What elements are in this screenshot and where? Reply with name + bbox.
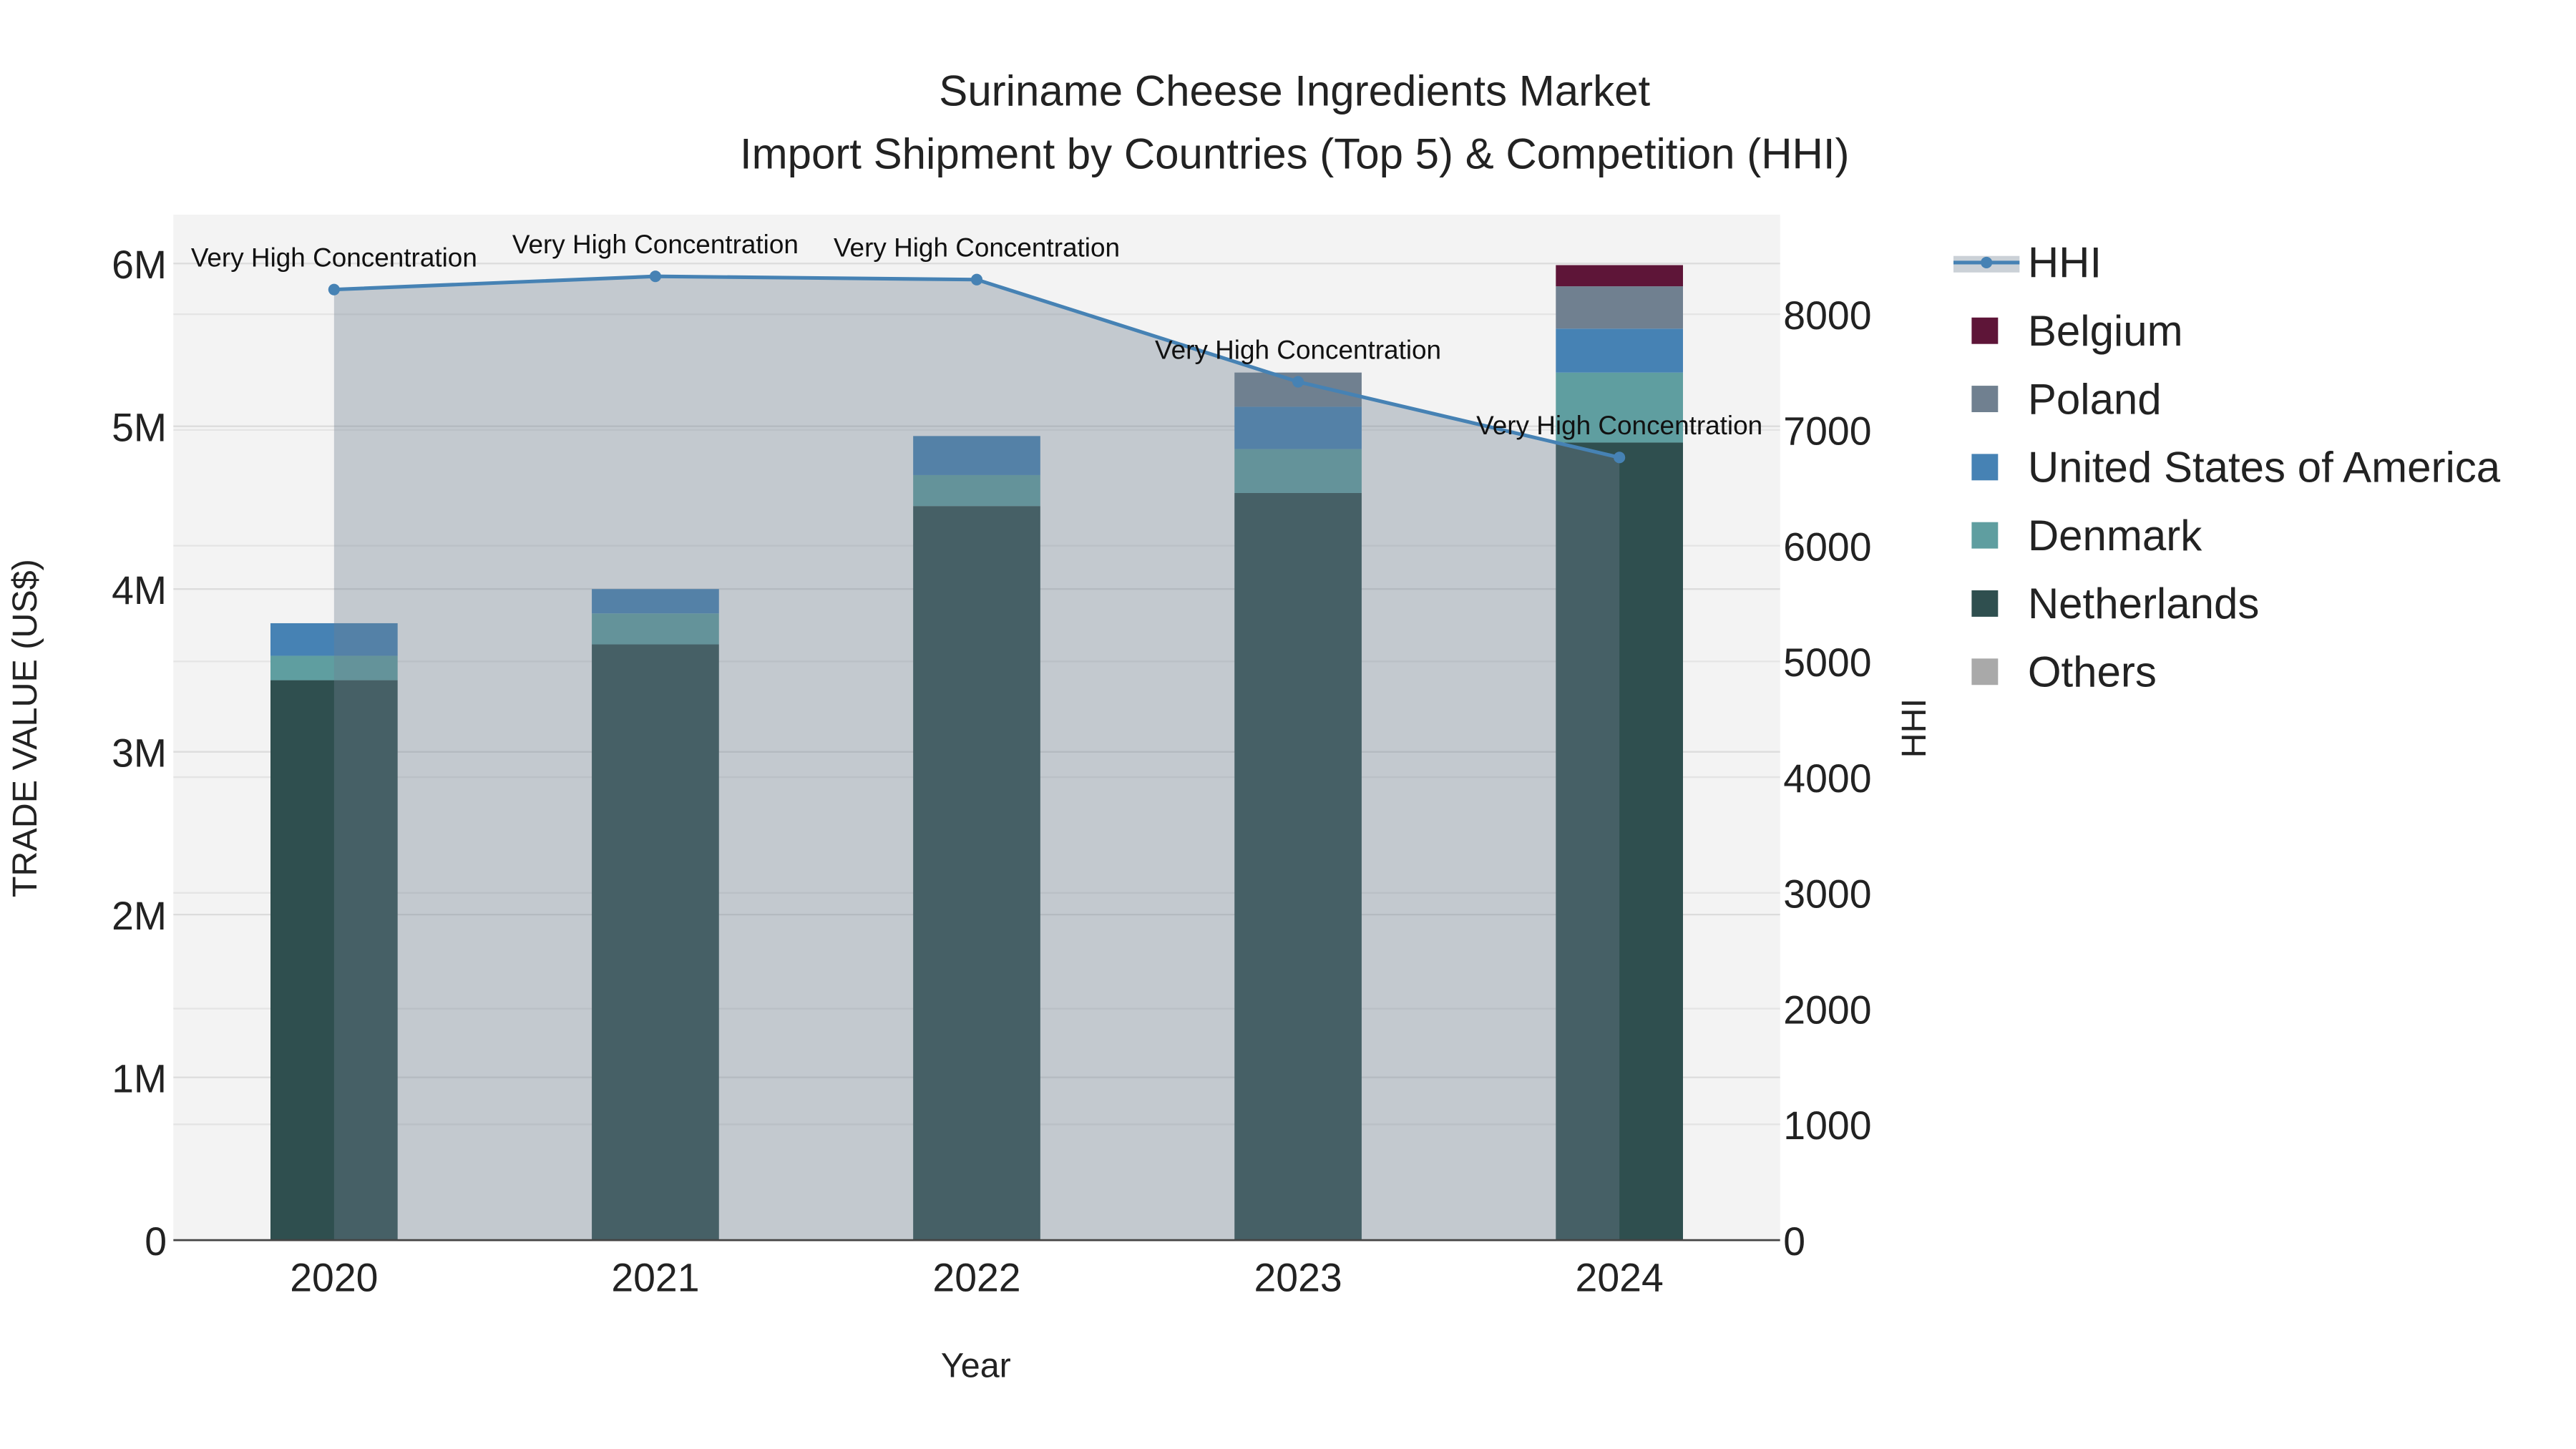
hhi-annotation: Very High Concentration [1155,335,1441,364]
bar-belgium-2024 [1556,265,1683,287]
y2-tick-label: 0 [1783,1219,1805,1264]
bar-united-states-of-america-2024 [1556,328,1683,373]
legend-item-united-states-of-america: United States of America [1971,444,2501,492]
legend-item-hhi: HHI [1953,239,2102,287]
x-tick-label: 2021 [611,1256,699,1300]
legend: HHI Belgium Poland United States of America… [1953,239,2501,696]
hhi-annotation: Very High Concentration [1476,411,1762,440]
hhi-area-fill [333,276,1620,1241]
y-tick-label: 1M [112,1056,167,1101]
y2-axis-title: HHI [1895,698,1933,758]
y-axis-ticks: 0 1M 2M 3M 4M 5M 6M [112,243,167,1264]
hhi-area [333,276,1620,1241]
y-tick-label: 6M [112,243,167,287]
hhi-point-2023 [1292,376,1304,388]
y2-tick-label: 5000 [1783,640,1871,685]
y-tick-label: 5M [112,405,167,449]
legend-item-belgium: Belgium [1971,307,2183,355]
legend-label: Netherlands [2028,580,2260,628]
x-tick-label: 2024 [1576,1256,1664,1300]
y-tick-label: 0 [145,1219,167,1264]
y-tick-label: 4M [112,568,167,613]
legend-label: United States of America [2028,444,2501,492]
y2-tick-label: 8000 [1783,293,1871,338]
chart: 0 1M 2M 3M 4M 5M 6M 0 1000 2000 3000 4000 5000 6000 7… [6,67,2501,1385]
legend-swatch [1971,522,1999,549]
y2-tick-label: 2000 [1783,987,1871,1032]
legend-item-netherlands: Netherlands [1971,580,2259,628]
x-axis-ticks: 2020 2021 2022 2023 2024 [290,1256,1664,1300]
hhi-annotation: Very High Concentration [512,230,799,259]
y2-axis-ticks: 0 1000 2000 3000 4000 5000 6000 7000 8000 [1783,293,1871,1264]
bar-poland-2024 [1556,286,1683,329]
y-tick-label: 2M [112,894,167,938]
legend-label: HHI [2028,239,2102,287]
x-axis-title: Year [941,1347,1011,1385]
hhi-annotation: Very High Concentration [191,243,477,272]
legend-label: Others [2028,648,2157,696]
y2-tick-label: 6000 [1783,525,1871,569]
legend-label: Poland [2028,375,2162,423]
legend-label: Denmark [2028,512,2202,560]
hhi-point-2021 [649,270,661,283]
x-tick-label: 2022 [932,1256,1020,1300]
x-tick-label: 2020 [290,1256,378,1300]
legend-label: Belgium [2028,307,2183,355]
y2-tick-label: 3000 [1783,872,1871,917]
legend-item-poland: Poland [1971,375,2162,423]
x-tick-label: 2023 [1254,1256,1342,1300]
hhi-point-2024 [1614,452,1626,464]
hhi-point-2022 [970,273,983,286]
legend-swatch [1971,317,1999,344]
chart-title: Suriname Cheese Ingredients Market [939,67,1650,115]
legend-item-others: Others [1971,648,2157,696]
y-tick-label: 3M [112,731,167,775]
hhi-annotation: Very High Concentration [834,233,1120,262]
legend-swatch [1971,454,1999,481]
y2-tick-label: 4000 [1783,756,1871,801]
y2-tick-label: 1000 [1783,1103,1871,1148]
y2-tick-label: 7000 [1783,409,1871,454]
legend-swatch [1971,658,1999,686]
legend-swatch-hhi-marker [1981,256,1993,268]
legend-swatch [1971,386,1999,412]
legend-item-denmark: Denmark [1971,512,2202,560]
y-axis-title: TRADE VALUE (US$) [6,559,44,897]
hhi-point-2020 [328,283,340,296]
legend-swatch [1971,590,1999,617]
chart-subtitle: Import Shipment by Countries (Top 5) & C… [740,130,1850,177]
